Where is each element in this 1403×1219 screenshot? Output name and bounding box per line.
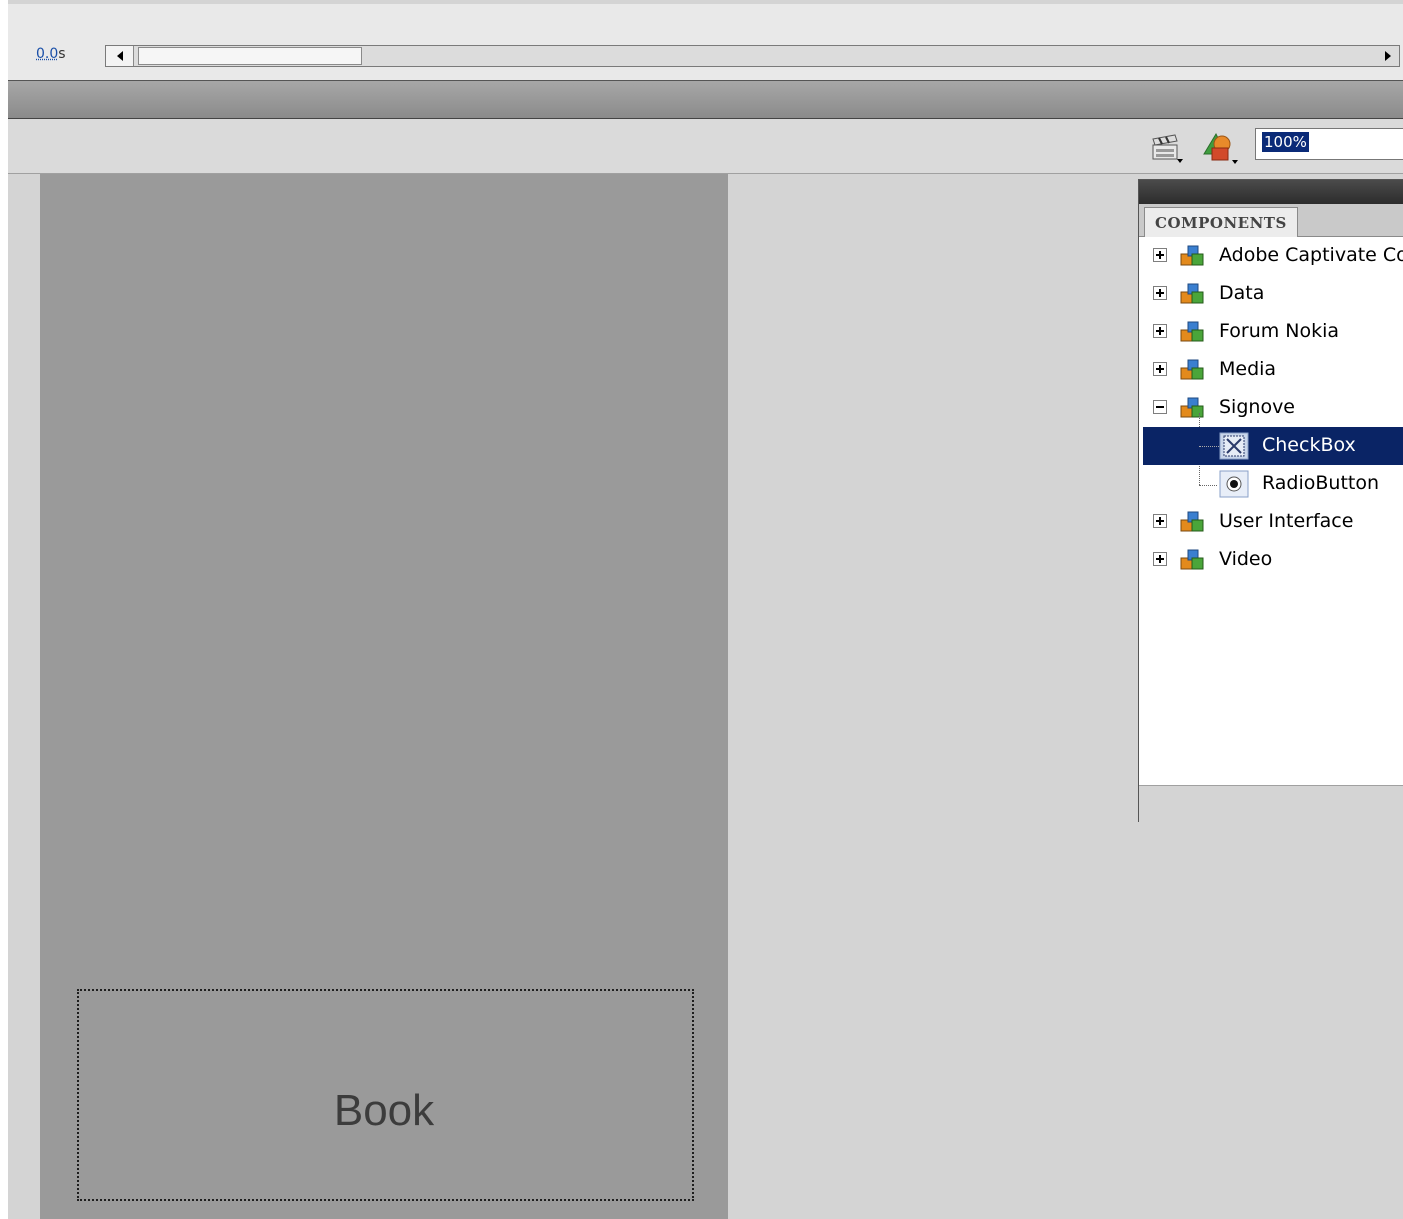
edit-scene-button[interactable] — [1150, 131, 1184, 165]
tree-item-label: Media — [1219, 358, 1277, 380]
zoom-input[interactable]: 100% — [1255, 128, 1403, 160]
expand-icon[interactable] — [1153, 324, 1167, 338]
tree-item-forum-nokia[interactable]: Forum Nokia — [1143, 313, 1403, 351]
edit-scene-icon — [1152, 134, 1183, 163]
package-icon — [1180, 359, 1204, 380]
scroll-left-button[interactable] — [106, 46, 134, 66]
components-panel: COMPONENTS Adobe Captivate Co Data Forum… — [1138, 179, 1403, 822]
scroll-right-button[interactable] — [1377, 46, 1399, 66]
tree-item-user-interface[interactable]: User Interface — [1143, 503, 1403, 541]
window-left-edge — [0, 0, 8, 1219]
package-icon — [1180, 549, 1204, 570]
text-field-placeholder[interactable] — [77, 989, 694, 1201]
checkbox-component-icon — [1219, 432, 1249, 460]
tree-item-label: Adobe Captivate Co — [1219, 244, 1403, 266]
zoom-value: 100% — [1262, 132, 1309, 152]
edit-symbols-icon — [1203, 132, 1238, 164]
arrow-right-icon — [1385, 51, 1391, 61]
timeline-scrollbar[interactable] — [105, 45, 1400, 67]
tree-item-video[interactable]: Video — [1143, 541, 1403, 579]
package-icon — [1180, 321, 1204, 342]
expand-icon[interactable] — [1153, 286, 1167, 300]
tree-item-radiobutton[interactable]: RadioButton — [1143, 465, 1403, 503]
package-icon — [1180, 283, 1204, 304]
tree-item-media[interactable]: Media — [1143, 351, 1403, 389]
timeline-panel — [8, 4, 1403, 81]
radiobutton-component-icon — [1219, 470, 1249, 498]
package-icon — [1180, 245, 1204, 266]
tree-item-data[interactable]: Data — [1143, 275, 1403, 313]
arrow-left-icon — [116, 51, 123, 61]
expand-icon[interactable] — [1153, 514, 1167, 528]
tree-item-signove[interactable]: Signove — [1143, 389, 1403, 427]
time-value[interactable]: 0.0 — [36, 46, 58, 62]
tree-connector — [1199, 446, 1219, 447]
panel-footer — [1139, 785, 1403, 822]
tree-item-label: Video — [1219, 548, 1273, 570]
tree-item-label: User Interface — [1219, 510, 1354, 532]
expand-icon[interactable] — [1153, 552, 1167, 566]
package-icon — [1180, 511, 1204, 532]
tree-item-adobe-captivate[interactable]: Adobe Captivate Co — [1143, 237, 1403, 275]
time-readout: 0.0s — [36, 46, 66, 62]
tree-item-checkbox[interactable]: CheckBox — [1143, 427, 1403, 465]
tree-item-label: Forum Nokia — [1219, 320, 1340, 342]
tab-components[interactable]: COMPONENTS — [1144, 207, 1298, 237]
collapse-icon[interactable] — [1153, 400, 1167, 414]
edit-symbols-button[interactable] — [1200, 128, 1240, 166]
expand-icon[interactable] — [1153, 248, 1167, 262]
time-unit: s — [58, 46, 66, 62]
tree-item-label: Data — [1219, 282, 1265, 304]
package-icon — [1180, 397, 1204, 418]
stage-toolbar — [8, 119, 1403, 174]
tree-item-label: CheckBox — [1262, 434, 1356, 456]
tree-item-label: RadioButton — [1262, 472, 1380, 494]
panel-titlebar[interactable] — [1139, 180, 1403, 204]
scroll-thumb[interactable] — [138, 47, 362, 65]
expand-icon[interactable] — [1153, 362, 1167, 376]
panel-tab-row: COMPONENTS — [1139, 204, 1403, 237]
edit-bar — [8, 81, 1403, 119]
tree-item-label: Signove — [1219, 396, 1295, 418]
